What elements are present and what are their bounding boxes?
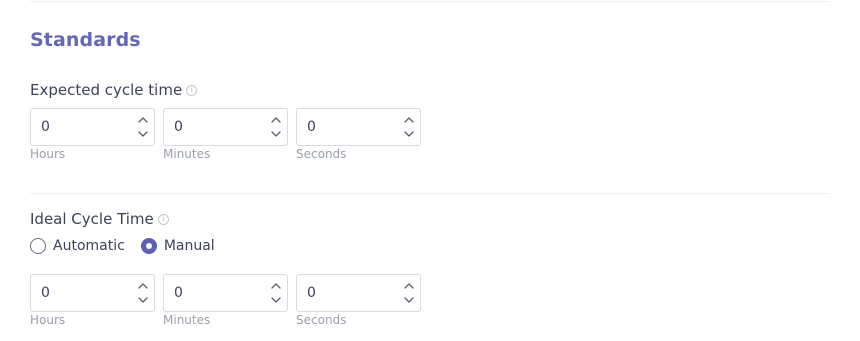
radio-automatic-circle[interactable] [30, 238, 46, 254]
top-divider [30, 1, 830, 2]
radio-automatic-label[interactable]: Automatic [53, 238, 125, 254]
chevron-down-icon[interactable] [403, 294, 415, 306]
expected-hours-value[interactable]: 0 [41, 119, 50, 135]
chevron-up-icon[interactable] [137, 280, 149, 292]
expected-minutes-stepper[interactable] [270, 114, 282, 140]
ideal-seconds-field: 0 Seconds [296, 274, 421, 327]
radio-manual[interactable]: Manual [140, 238, 215, 254]
ideal-minutes-value[interactable]: 0 [174, 285, 183, 301]
chevron-down-icon[interactable] [270, 294, 282, 306]
ideal-cycle-time-inputs: 0 Hours 0 Minutes 0 Seconds [30, 274, 429, 327]
section-divider [30, 193, 830, 194]
expected-minutes-value[interactable]: 0 [174, 119, 183, 135]
ideal-cycle-time-label-text: Ideal Cycle Time [30, 210, 154, 228]
ideal-hours-input[interactable]: 0 [30, 274, 155, 312]
ideal-minutes-input[interactable]: 0 [163, 274, 288, 312]
expected-cycle-time-inputs: 0 Hours 0 Minutes 0 Seconds [30, 108, 429, 161]
chevron-up-icon[interactable] [270, 280, 282, 292]
expected-minutes-field: 0 Minutes [163, 108, 288, 161]
radio-automatic[interactable]: Automatic [30, 238, 125, 254]
expected-seconds-caption: Seconds [296, 147, 347, 161]
expected-seconds-value[interactable]: 0 [307, 119, 316, 135]
radio-manual-circle[interactable] [140, 238, 157, 254]
ideal-hours-caption: Hours [30, 313, 66, 327]
expected-minutes-input[interactable]: 0 [163, 108, 288, 146]
expected-cycle-time-label-text: Expected cycle time [30, 81, 183, 99]
ideal-seconds-value[interactable]: 0 [307, 285, 316, 301]
chevron-up-icon[interactable] [137, 114, 149, 126]
ideal-seconds-caption: Seconds [296, 313, 347, 327]
chevron-up-icon[interactable] [270, 114, 282, 126]
ideal-cycle-time-label: Ideal Cycle Time i [30, 210, 169, 228]
chevron-down-icon[interactable] [137, 128, 149, 140]
info-icon[interactable]: i [157, 213, 169, 225]
chevron-down-icon[interactable] [270, 128, 282, 140]
chevron-up-icon[interactable] [403, 280, 415, 292]
expected-hours-input[interactable]: 0 [30, 108, 155, 146]
chevron-down-icon[interactable] [137, 294, 149, 306]
expected-hours-stepper[interactable] [137, 114, 149, 140]
ideal-seconds-input[interactable]: 0 [296, 274, 421, 312]
ideal-cycle-time-mode: Automatic Manual [30, 238, 231, 254]
expected-cycle-time-label: Expected cycle time i [30, 81, 198, 99]
info-icon[interactable]: i [186, 84, 198, 96]
expected-hours-caption: Hours [30, 147, 66, 161]
ideal-minutes-field: 0 Minutes [163, 274, 288, 327]
ideal-hours-stepper[interactable] [137, 280, 149, 306]
chevron-up-icon[interactable] [403, 114, 415, 126]
expected-seconds-stepper[interactable] [403, 114, 415, 140]
ideal-minutes-stepper[interactable] [270, 280, 282, 306]
ideal-seconds-stepper[interactable] [403, 280, 415, 306]
chevron-down-icon[interactable] [403, 128, 415, 140]
ideal-hours-value[interactable]: 0 [41, 285, 50, 301]
radio-manual-label[interactable]: Manual [164, 238, 215, 254]
ideal-minutes-caption: Minutes [163, 313, 211, 327]
ideal-hours-field: 0 Hours [30, 274, 155, 327]
expected-minutes-caption: Minutes [163, 147, 211, 161]
expected-seconds-field: 0 Seconds [296, 108, 421, 161]
section-title: Standards [30, 29, 141, 51]
expected-seconds-input[interactable]: 0 [296, 108, 421, 146]
expected-hours-field: 0 Hours [30, 108, 155, 161]
